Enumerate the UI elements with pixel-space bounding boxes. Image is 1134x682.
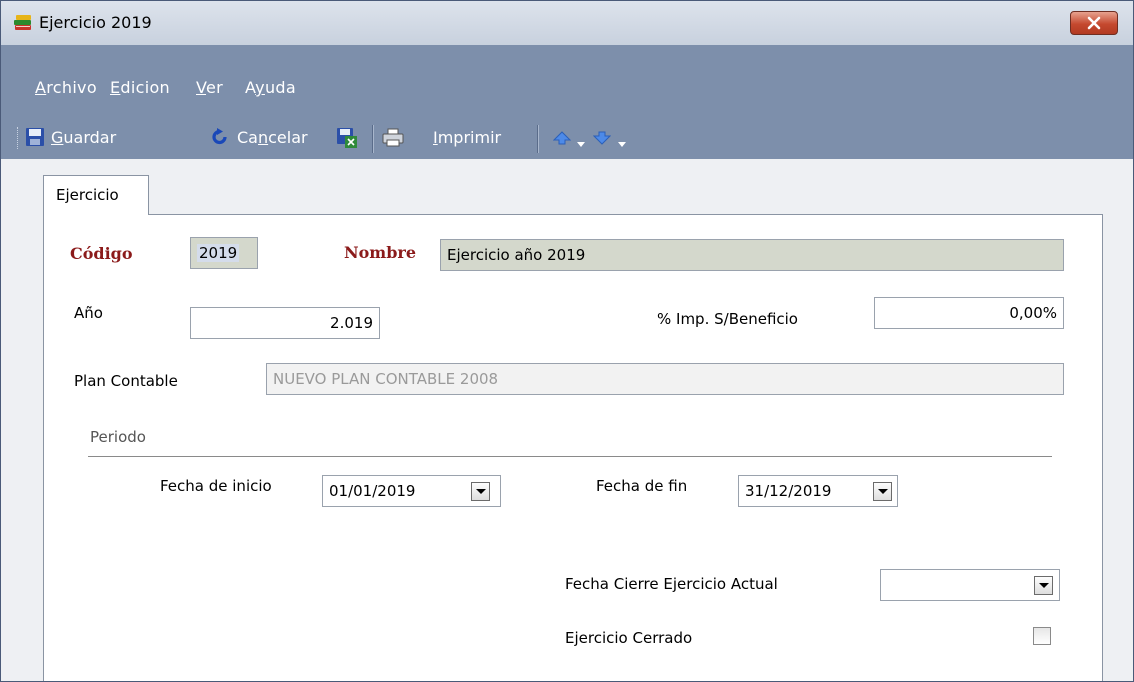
menu-bar: Archivo Edicion Ver Ayuda [1, 45, 1133, 117]
refresh-icon[interactable] [210, 127, 230, 151]
chevron-down-icon[interactable] [1034, 576, 1053, 595]
fecha-inicio-label: Fecha de inicio [160, 477, 272, 495]
ejercicio-cerrado-label: Ejercicio Cerrado [565, 629, 693, 647]
chevron-down-icon[interactable] [471, 482, 490, 501]
anio-label: Año [74, 304, 103, 322]
fecha-cierre-picker[interactable] [880, 569, 1060, 601]
toolbar-separator [537, 125, 539, 153]
fecha-fin-label: Fecha de fin [596, 477, 688, 495]
menu-edicion[interactable]: Edicion [110, 78, 170, 98]
chevron-down-icon[interactable] [618, 134, 626, 152]
codigo-field[interactable]: 2019 [190, 237, 258, 269]
menu-ayuda[interactable]: Ayuda [245, 78, 296, 98]
books-icon [12, 12, 34, 34]
anio-field[interactable]: 2.019 [190, 307, 380, 339]
window-title: Ejercicio 2019 [39, 13, 152, 32]
plan-contable-field[interactable]: NUEVO PLAN CONTABLE 2008 [266, 363, 1064, 395]
tab-ejercicio[interactable]: Ejercicio [43, 175, 149, 215]
chevron-down-icon[interactable] [577, 134, 585, 152]
imp-beneficio-label: % Imp. S/Beneficio [657, 310, 798, 328]
imp-beneficio-field[interactable]: 0,00% [874, 297, 1064, 329]
chevron-down-icon[interactable] [873, 482, 892, 501]
save-excel-icon[interactable] [336, 127, 358, 153]
close-button[interactable] [1070, 11, 1118, 35]
toolbar-grip[interactable] [17, 127, 21, 149]
window: Ejercicio 2019 Archivo Edicion Ver Ayuda… [0, 0, 1134, 682]
nombre-label: Nombre [344, 243, 417, 262]
save-icon[interactable] [25, 127, 45, 151]
ejercicio-cerrado-checkbox[interactable] [1033, 627, 1051, 645]
fecha-fin-picker[interactable]: 31/12/2019 [738, 475, 898, 507]
menu-ver[interactable]: Ver [196, 78, 223, 98]
imprimir-button[interactable]: Imprimir [433, 126, 501, 150]
fecha-inicio-picker[interactable]: 01/01/2019 [322, 475, 501, 507]
codigo-label: Código [70, 244, 133, 263]
toolbar: Guardar Cancelar Imprimir [1, 117, 1133, 159]
fecha-cierre-label: Fecha Cierre Ejercicio Actual [565, 575, 778, 593]
cancelar-button[interactable]: Cancelar [237, 126, 308, 150]
periodo-divider [88, 456, 1052, 457]
print-icon[interactable] [382, 127, 404, 151]
periodo-label: Periodo [90, 428, 146, 446]
tab-panel: Código 2019 Nombre Ejercicio año 2019 Añ… [43, 214, 1103, 681]
form-area: Ejercicio Código 2019 Nombre Ejercicio a… [1, 159, 1133, 681]
nombre-field[interactable]: Ejercicio año 2019 [440, 239, 1064, 271]
close-icon [1087, 16, 1101, 30]
arrow-down-icon[interactable] [592, 131, 612, 149]
toolbar-separator [372, 125, 374, 153]
codigo-value: 2019 [197, 244, 240, 262]
title-bar: Ejercicio 2019 [1, 1, 1133, 45]
fecha-inicio-value: 01/01/2019 [329, 482, 416, 500]
fecha-fin-value: 31/12/2019 [745, 482, 832, 500]
arrow-up-icon[interactable] [552, 131, 572, 149]
guardar-button[interactable]: Guardar [51, 126, 116, 150]
menu-archivo[interactable]: Archivo [35, 78, 97, 98]
plan-contable-label: Plan Contable [74, 372, 178, 390]
